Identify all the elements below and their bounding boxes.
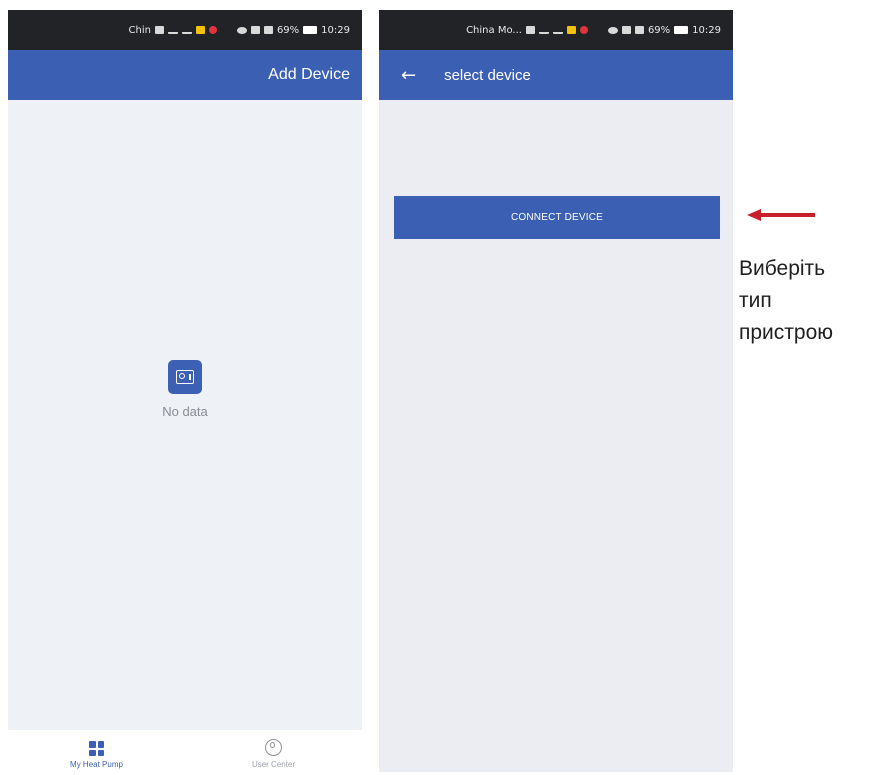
select-device-screen: China Mo... 69% 10:29 ← select device CO… <box>379 10 733 772</box>
annotation-caption: Виберіть тип пристрою <box>739 253 869 349</box>
nav-my-heat-pump[interactable]: My Heat Pump <box>37 741 157 769</box>
alarm-icon <box>621 26 631 34</box>
app-bar: Add Device <box>8 50 362 100</box>
bottom-nav: My Heat Pump User Center <box>8 730 362 772</box>
notification-dot-icon <box>579 26 588 34</box>
notification-icon <box>566 26 576 34</box>
grid-icon <box>89 741 104 756</box>
status-bar: Chin 69% 10:29 <box>8 10 362 50</box>
user-circle-icon <box>265 739 282 756</box>
alarm-icon <box>250 26 260 34</box>
signal-icon <box>167 26 178 34</box>
signal-icon <box>538 26 549 34</box>
app-bar: ← select device <box>379 50 733 100</box>
wifi-icon <box>552 26 563 34</box>
empty-state-text: No data <box>162 404 208 419</box>
hd-icon <box>154 26 164 34</box>
caption-line: пристрою <box>739 321 834 344</box>
status-bar: China Mo... 69% 10:29 <box>379 10 733 50</box>
connect-device-button[interactable]: CONNECT DEVICE <box>394 196 720 239</box>
battery-percent: 69% <box>276 24 300 36</box>
nav-user-center[interactable]: User Center <box>214 739 334 769</box>
vibrate-icon <box>634 26 644 34</box>
carrier-label: Chin <box>128 24 151 36</box>
safe-box-icon <box>168 360 202 394</box>
nav-label: My Heat Pump <box>70 760 123 769</box>
caption-line: Виберіть <box>739 257 826 280</box>
battery-percent: 69% <box>647 24 671 36</box>
wifi-icon <box>181 26 192 34</box>
carrier-label: China Mo... <box>466 24 522 36</box>
vibrate-icon <box>263 26 273 34</box>
notification-dot-icon <box>208 26 217 34</box>
clock: 10:29 <box>692 24 721 36</box>
caption-line: тип <box>739 289 772 312</box>
clock: 10:29 <box>321 24 350 36</box>
empty-state: No data <box>8 360 362 419</box>
battery-icon <box>303 26 318 34</box>
battery-icon <box>674 26 689 34</box>
notification-icon <box>195 26 205 34</box>
nav-label: User Center <box>251 760 296 769</box>
hd-icon <box>525 26 535 34</box>
back-arrow-icon[interactable]: ← <box>401 65 416 86</box>
annotation-arrow-icon <box>747 209 815 221</box>
home-screen: Chin 69% 10:29 Add Device No data My Hea… <box>8 10 362 772</box>
eye-icon <box>607 26 618 34</box>
eye-icon <box>236 26 247 34</box>
page-title: select device <box>444 66 531 84</box>
add-device-button[interactable]: Add Device <box>268 66 350 84</box>
